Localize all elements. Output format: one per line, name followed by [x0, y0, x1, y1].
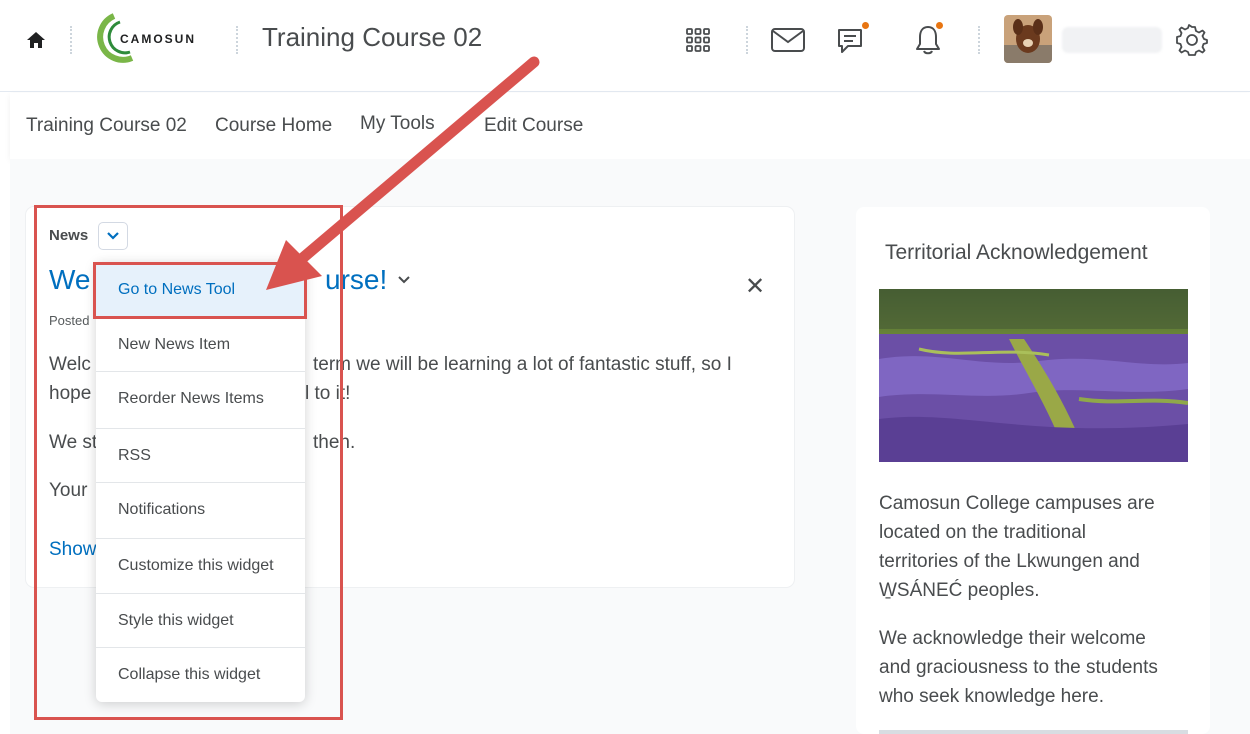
territorial-text-line: located on the traditional	[879, 522, 1087, 543]
territorial-paragraph-1: Camosun College campuses are located on …	[879, 489, 1199, 605]
home-icon[interactable]	[26, 30, 46, 50]
territorial-widget-title: Territorial Acknowledgement	[885, 241, 1148, 264]
territorial-paragraph-2: We acknowledge their welcome and graciou…	[879, 624, 1199, 711]
nav-item-my-tools[interactable]: My Tools	[360, 113, 435, 135]
news-body-text: term we will be learning a lot of fantas…	[313, 354, 732, 375]
annotation-highlight-box	[93, 262, 307, 319]
territorial-text-line: and graciousness to the students	[879, 657, 1158, 678]
bell-icon[interactable]	[910, 20, 946, 58]
divider	[746, 26, 748, 54]
divider	[879, 730, 1188, 734]
top-navbar: CAMOSUN Training Course 02	[0, 0, 1250, 92]
divider	[70, 26, 72, 54]
logo-text: CAMOSUN	[120, 32, 196, 46]
divider	[236, 26, 238, 54]
divider	[978, 26, 980, 54]
territorial-text-line: Camosun College campuses are	[879, 493, 1155, 514]
avatar[interactable]	[1004, 15, 1052, 63]
territorial-text-line: We acknowledge their welcome	[879, 628, 1146, 649]
nav-item-training-course[interactable]: Training Course 02	[26, 115, 187, 137]
course-title[interactable]: Training Course 02	[262, 22, 482, 53]
close-icon[interactable]: ✕	[745, 272, 765, 301]
nav-item-edit-course[interactable]: Edit Course	[484, 115, 583, 137]
nav-item-course-home[interactable]: Course Home	[215, 115, 332, 137]
chat-bubble-icon[interactable]	[834, 20, 871, 58]
gear-icon[interactable]	[1174, 22, 1210, 58]
envelope-icon[interactable]	[770, 22, 806, 58]
notification-badge	[860, 20, 871, 31]
territorial-text-line: territories of the Lkwungen and	[879, 551, 1140, 572]
camosun-logo[interactable]: CAMOSUN	[92, 12, 222, 64]
territorial-text-line: who seek knowledge here.	[879, 686, 1104, 707]
course-navbar: Training Course 02 Course Home My Tools …	[10, 93, 1250, 159]
username-redacted	[1062, 27, 1162, 53]
territorial-text-line: W̱SÁNEĆ peoples.	[879, 580, 1040, 601]
camas-meadow-photo	[879, 289, 1188, 462]
chevron-down-icon[interactable]	[398, 276, 410, 284]
notification-badge	[934, 20, 945, 31]
waffle-grid-icon[interactable]	[680, 22, 716, 58]
